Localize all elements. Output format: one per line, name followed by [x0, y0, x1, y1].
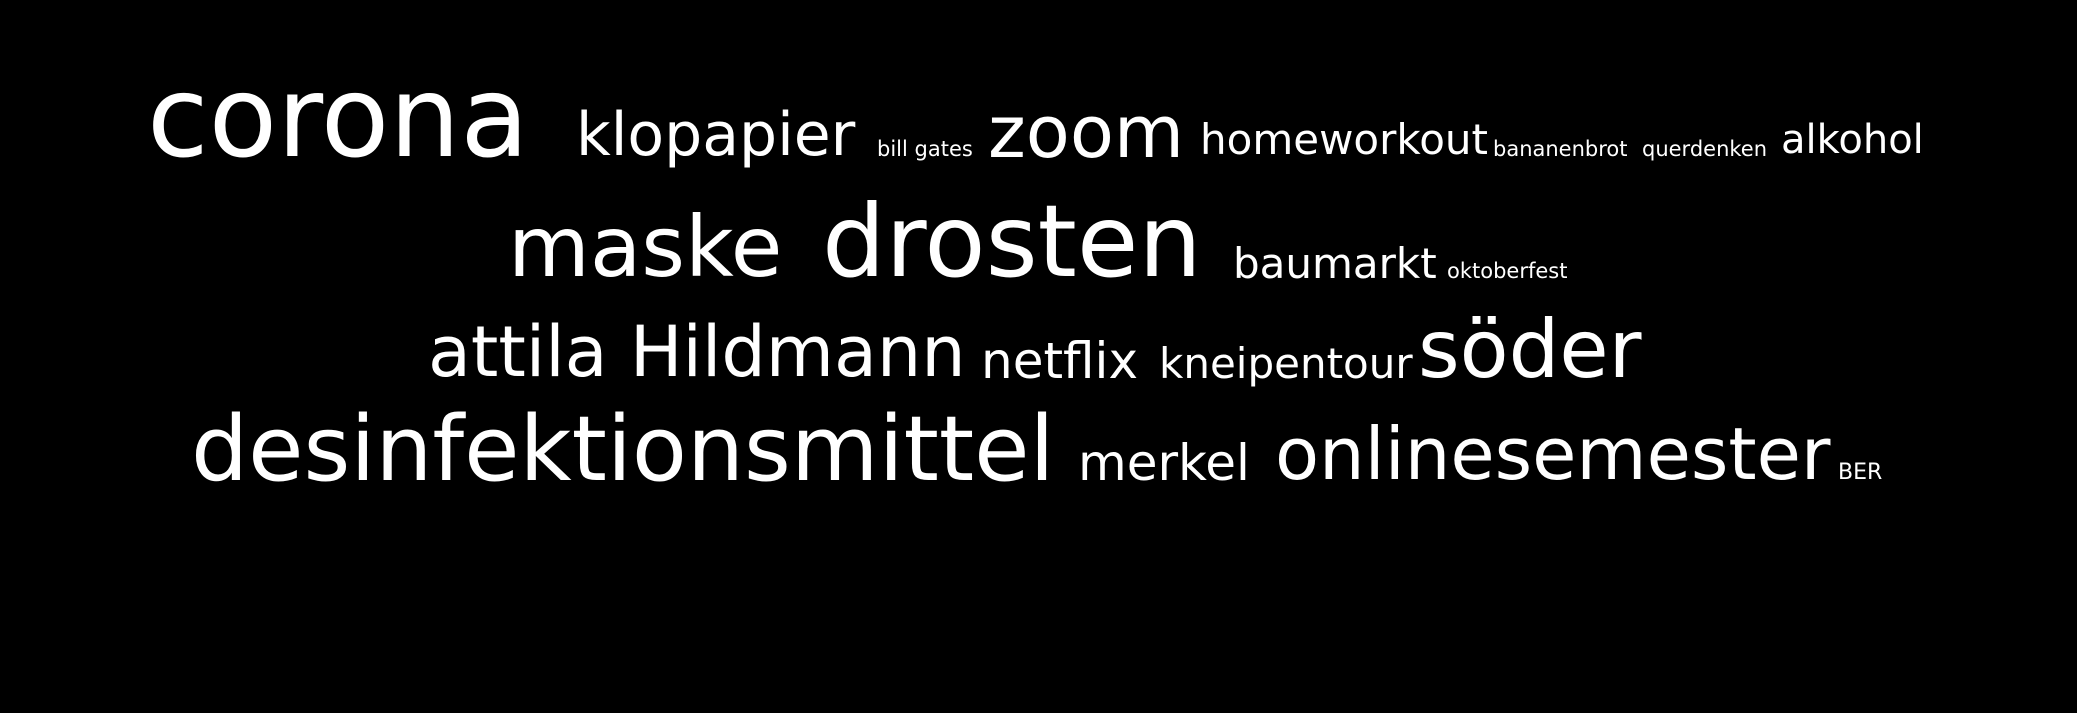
word-drosten: drosten — [822, 183, 1202, 300]
word-cloud: corona klopapier bill gates zoom homewor… — [0, 0, 2077, 713]
word-klopapier: klopapier — [576, 100, 856, 170]
word-baumarkt: baumarkt — [1233, 239, 1437, 288]
word-merkel: merkel — [1078, 434, 1250, 492]
word-zoom: zoom — [988, 90, 1185, 174]
word-bananenbrot: bananenbrot — [1493, 137, 1628, 161]
word-soeder: söder — [1418, 303, 1642, 396]
word-maske: maske — [508, 198, 783, 296]
word-corona: corona — [147, 53, 529, 183]
word-oktoberfest: oktoberfest — [1447, 259, 1568, 283]
word-kneipentour: kneipentour — [1159, 339, 1413, 388]
word-alkohol: alkohol — [1781, 117, 1924, 163]
word-onlinesemester: onlinesemester — [1275, 412, 1831, 496]
word-querdenken: querdenken — [1642, 137, 1768, 161]
word-bill-gates: bill gates — [877, 137, 973, 161]
word-netflix: netflix — [981, 332, 1139, 390]
word-attila-hildmann: attila Hildmann — [428, 311, 966, 393]
word-desinfektionsmittel: desinfektionsmittel — [191, 397, 1055, 502]
word-homeworkout: homeworkout — [1200, 115, 1488, 164]
word-ber: BER — [1838, 460, 1883, 485]
